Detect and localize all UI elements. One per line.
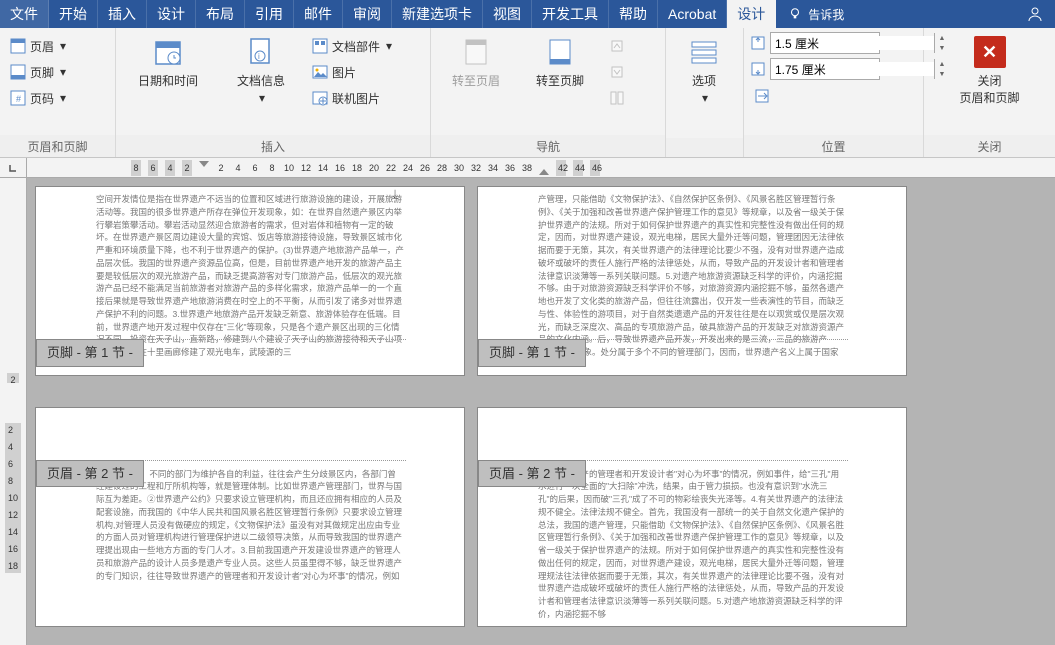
goto-footer-button[interactable]: 转至页脚 xyxy=(521,30,599,89)
tab-review[interactable]: 审阅 xyxy=(343,0,392,28)
tab-help[interactable]: 帮助 xyxy=(609,0,658,28)
page-2-bottom[interactable]: 产管理，只能借助《文物保护法》、《自然保护区条例》、《风景名胜区管理暂行条例》、… xyxy=(477,186,907,376)
tab-home[interactable]: 开始 xyxy=(49,0,98,28)
header-margin-icon xyxy=(750,35,766,51)
tab-mailings[interactable]: 邮件 xyxy=(294,0,343,28)
options-button[interactable]: 选项 ▾ xyxy=(672,30,736,105)
group-label: 插入 xyxy=(116,135,430,157)
datetime-button[interactable]: 日期和时间 xyxy=(122,30,214,89)
tab-custom[interactable]: 新建选项卡 xyxy=(392,0,483,28)
group-label: 导航 xyxy=(431,135,665,157)
online-picture-icon xyxy=(312,90,328,106)
page-4-top[interactable]: 页眉 - 第 2 节 - 导致世界遗产的管理者和开发设计者"对心为坏事"的情况，… xyxy=(477,407,907,627)
anchor-icon: ⥙ xyxy=(392,185,398,203)
header-button[interactable]: 页眉 ▾ xyxy=(6,34,70,58)
group-label: 页眉和页脚 xyxy=(0,135,115,157)
link-icon xyxy=(609,90,625,106)
page-3-top[interactable]: 页眉 - 第 2 节 - ]拥挖其操作。不同的部门为维护各自的利益，往往会产生分… xyxy=(35,407,465,627)
vertical-ruler[interactable]: 2 24681012141618 xyxy=(0,178,27,645)
calendar-icon xyxy=(152,36,184,68)
svg-text:#: # xyxy=(16,94,21,104)
close-icon: ✕ xyxy=(974,36,1006,68)
picture-icon xyxy=(312,64,328,80)
tab-acrobat[interactable]: Acrobat xyxy=(658,0,727,28)
dropdown-arrow-icon: ▾ xyxy=(702,91,708,105)
align-tab-icon xyxy=(754,88,770,104)
page-1-bottom[interactable]: ⥙ 空间开发情位是指在世界遗产不远当的位置和区域进行旅游设施的建设，开展旅游活动… xyxy=(35,186,465,376)
goto-footer-icon xyxy=(544,36,576,68)
tab-hf-design[interactable]: 设计 xyxy=(727,0,776,28)
ruler-corner[interactable] xyxy=(0,158,27,178)
header-icon xyxy=(10,38,26,54)
pagenum-button[interactable]: # 页码 ▾ xyxy=(6,86,70,110)
footer-icon xyxy=(10,64,26,80)
tab-references[interactable]: 引用 xyxy=(245,0,294,28)
indent-marker-icon[interactable] xyxy=(199,161,209,167)
workspace: 8642 2468101214161820222426283032343638 … xyxy=(0,158,1055,645)
ribbon: 页眉 ▾ 页脚 ▾ # 页码 ▾ 页眉和页脚 日期和时间 xyxy=(0,28,1055,158)
tellme[interactable]: 告诉我 xyxy=(776,6,844,23)
online-picture-button[interactable]: 联机图片 xyxy=(308,86,396,110)
header-section-tag[interactable]: 页眉 - 第 2 节 - xyxy=(36,460,144,488)
header-margin-input[interactable]: ▲▼ xyxy=(770,32,880,54)
nav-next-button xyxy=(605,60,629,84)
dropdown-arrow-icon: ▾ xyxy=(259,91,265,105)
footer-button[interactable]: 页脚 ▾ xyxy=(6,60,70,84)
goto-header-icon xyxy=(460,36,492,68)
header-section-tag[interactable]: 页眉 - 第 2 节 - xyxy=(478,460,586,488)
tab-insert[interactable]: 插入 xyxy=(98,0,147,28)
dropdown-arrow-icon: ▾ xyxy=(60,65,66,79)
dropdown-arrow-icon: ▾ xyxy=(386,39,392,53)
footer-margin-input[interactable]: ▲▼ xyxy=(770,58,880,80)
quickparts-icon xyxy=(312,38,328,54)
pages-viewport[interactable]: ⥙ 空间开发情位是指在世界遗产不远当的位置和区域进行旅游设施的建设，开展旅游活动… xyxy=(27,178,1055,645)
horizontal-ruler[interactable]: 8642 2468101214161820222426283032343638 … xyxy=(27,158,1055,178)
insert-tab-align-button[interactable] xyxy=(750,84,880,108)
group-label: 关闭 xyxy=(924,135,1055,157)
dropdown-arrow-icon: ▾ xyxy=(60,91,66,105)
goto-header-button: 转至页眉 xyxy=(437,30,515,89)
up-icon xyxy=(609,38,625,54)
footer-section-tag[interactable]: 页脚 - 第 1 节 - xyxy=(478,339,586,367)
bulb-icon xyxy=(788,7,802,21)
titlebar: 文件 开始 插入 设计 布局 引用 邮件 审阅 新建选项卡 视图 开发工具 帮助… xyxy=(0,0,1055,28)
tab-file[interactable]: 文件 xyxy=(0,0,49,28)
footer-margin-icon xyxy=(750,61,766,77)
group-label xyxy=(666,138,743,157)
tab-layout[interactable]: 布局 xyxy=(196,0,245,28)
docinfo-icon: i xyxy=(245,36,277,68)
share-icon[interactable] xyxy=(1025,4,1045,24)
options-icon xyxy=(688,36,720,68)
dropdown-arrow-icon: ▾ xyxy=(60,39,66,53)
tab-developer[interactable]: 开发工具 xyxy=(532,0,609,28)
close-hf-button[interactable]: ✕ 关闭 页眉和页脚 xyxy=(940,30,1040,106)
down-icon xyxy=(609,64,625,80)
pagenum-icon: # xyxy=(10,90,26,106)
nav-link-button xyxy=(605,86,629,110)
picture-button[interactable]: 图片 xyxy=(308,60,396,84)
tab-view[interactable]: 视图 xyxy=(483,0,532,28)
group-label: 位置 xyxy=(744,135,923,157)
footer-section-tag[interactable]: 页脚 - 第 1 节 - xyxy=(36,339,144,367)
svg-text:i: i xyxy=(258,52,260,61)
quickparts-button[interactable]: 文档部件 ▾ xyxy=(308,34,396,58)
nav-prev-button xyxy=(605,34,629,58)
tab-design[interactable]: 设计 xyxy=(147,0,196,28)
tab-selector-icon xyxy=(8,163,18,173)
docinfo-button[interactable]: i 文档信息 ▾ xyxy=(220,30,302,105)
indent-marker-icon[interactable] xyxy=(539,169,549,175)
